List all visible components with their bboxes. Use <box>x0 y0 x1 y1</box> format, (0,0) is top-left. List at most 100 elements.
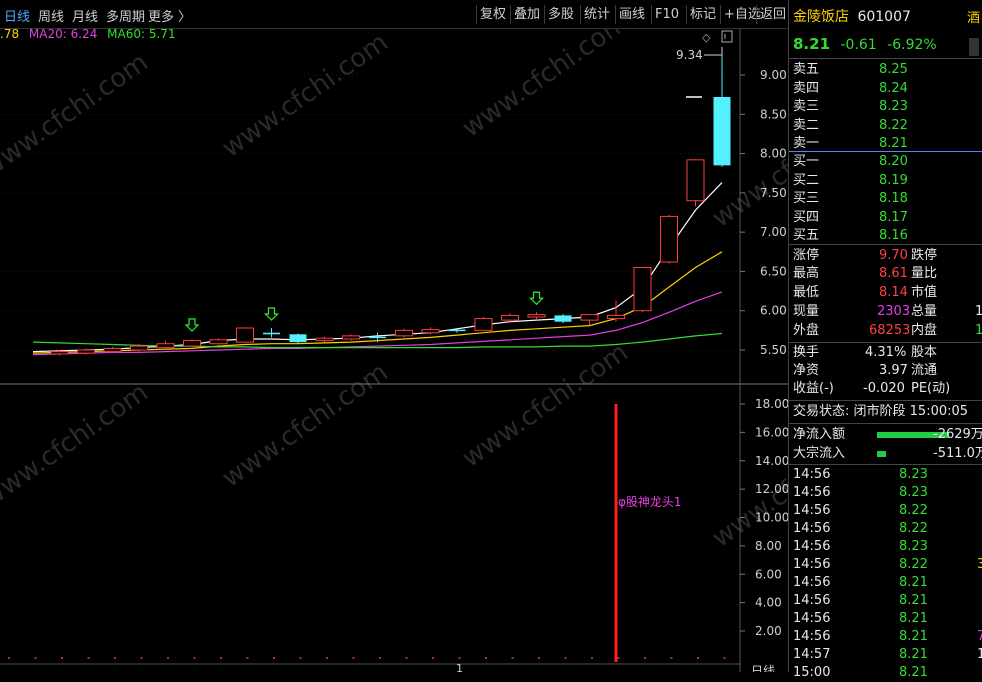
watermark-text: www.cfchi.com <box>217 357 394 493</box>
time-dot <box>273 657 275 659</box>
order-level-label: 买一 <box>793 154 820 169</box>
ma-line <box>32 182 723 353</box>
order-level-price: 8.17 <box>879 209 908 225</box>
watermark-text: www.cfchi.com <box>457 337 634 473</box>
flow-label: 大宗流入 <box>793 446 846 461</box>
row-waipan: 外盘 <box>793 323 820 338</box>
order-level-label: 卖三 <box>793 99 820 114</box>
time-dot <box>644 657 646 659</box>
candle-body <box>660 215 678 263</box>
window-icon[interactable] <box>721 30 733 43</box>
order-book-row: 卖三 8.23 <box>793 98 908 116</box>
tick-time: 14:56 <box>793 593 831 608</box>
xianliang-value: 2303 <box>877 304 911 319</box>
volume-tick-label: 12.00 <box>755 482 788 496</box>
time-dot <box>379 657 381 659</box>
tick-price: 8.21 <box>899 629 928 644</box>
high-value: 8.61 <box>879 266 908 281</box>
price-tick-label: 7.00 <box>760 225 787 239</box>
order-level-label: 卖五 <box>793 62 820 77</box>
back-button[interactable]: 返回 <box>756 5 789 24</box>
candle-body <box>633 267 652 312</box>
candle-body <box>686 159 705 202</box>
overlay-button[interactable]: 叠加 <box>510 5 543 24</box>
candle-body <box>183 340 201 347</box>
price-tick-label: 7.50 <box>760 186 787 200</box>
tab-more[interactable]: 更多 〉 <box>148 6 191 25</box>
candle-body <box>289 334 307 343</box>
tick-row: 14:56 8.23 <box>793 484 982 502</box>
candle-body <box>315 337 334 342</box>
watermark-text: www.cfchi.com <box>217 28 394 164</box>
order-book-row: 卖四 8.24 <box>793 80 908 98</box>
multi-stock-button[interactable]: 多股 <box>544 5 577 24</box>
order-level-label: 卖四 <box>793 80 820 96</box>
indicator-label: φ股神龙头1 <box>618 495 682 509</box>
huanshou-value: 4.31% <box>865 345 907 360</box>
candle-body <box>501 314 519 321</box>
mark-button[interactable]: 标记 <box>686 5 719 24</box>
order-level-label: 卖一 <box>793 136 820 151</box>
tab-weekly[interactable]: 周线 <box>38 6 64 25</box>
volume-tick-label: 4.00 <box>755 596 782 610</box>
tick-time: 14:56 <box>793 467 831 482</box>
kline-chart[interactable]: www.cfchi.com www.cfchi.com www.cfchi.com w… <box>0 28 788 672</box>
statistics-button[interactable]: 统计 <box>580 5 613 24</box>
row-low: 最低 <box>793 285 820 300</box>
fuquan-button[interactable]: 复权 <box>476 5 509 24</box>
candle-body <box>342 335 360 340</box>
current-price: 8.21 <box>793 35 831 53</box>
order-level-price: 8.19 <box>879 172 908 188</box>
stock-code: 601007 <box>857 9 911 25</box>
flow-value: -511.0万 <box>933 446 982 461</box>
price-tick-label: 8.50 <box>760 107 787 121</box>
tick-row: 14:56 8.22 3 <box>793 556 982 574</box>
tick-volume: 3 <box>977 557 982 572</box>
candle-body <box>77 349 95 354</box>
candle-body <box>263 332 280 335</box>
trade-status-value: 闭市阶段 15:00:05 <box>853 404 969 419</box>
liutong-label: 流通 <box>911 363 938 378</box>
tick-time: 14:56 <box>793 611 831 626</box>
price-tick-label: 9.00 <box>760 68 787 82</box>
tab-daily[interactable]: 日线 <box>4 6 30 25</box>
flow-row: 大宗流入 -511.0万 <box>793 445 982 463</box>
neipan-label: 内盘 <box>911 323 938 338</box>
time-dot <box>326 657 328 659</box>
stock-header: 金陵饭店 601007 <box>793 8 911 26</box>
dieting-label: 跌停 <box>911 248 938 263</box>
volume-tick-label: 8.00 <box>755 539 782 553</box>
candle-body <box>421 329 440 334</box>
price-tick-label: 6.00 <box>760 304 787 318</box>
diamond-icon[interactable]: ◇ <box>702 31 711 44</box>
time-dot <box>538 657 540 659</box>
order-level-price: 8.24 <box>879 80 908 96</box>
time-dot <box>723 657 726 659</box>
liangbi-label: 量比 <box>911 266 938 281</box>
time-dot <box>87 657 90 659</box>
draw-line-button[interactable]: 画线 <box>615 5 648 24</box>
tick-price: 8.23 <box>899 539 928 554</box>
candle-body <box>474 318 493 331</box>
high-price-label: 9.34 <box>676 48 703 62</box>
tab-multi-period[interactable]: 多周期 <box>106 6 145 25</box>
watermark-text: www.cfchi.com <box>457 28 634 144</box>
flow-bar <box>877 451 886 457</box>
tick-time: 14:56 <box>793 629 831 644</box>
shizhi-label: 市值 <box>911 285 938 300</box>
watermark-text: www.cfchi.com <box>0 377 154 513</box>
time-dot <box>299 657 302 659</box>
f10-button[interactable]: F10 <box>651 5 682 24</box>
order-level-label: 卖二 <box>793 117 820 133</box>
time-dot <box>591 657 593 659</box>
tab-monthly[interactable]: 月线 <box>72 6 98 25</box>
tick-row: 14:56 8.21 7 <box>793 628 982 646</box>
order-book-row: 买五 8.16 <box>793 227 908 245</box>
signal-arrow-icon <box>264 307 279 321</box>
order-level-label: 买三 <box>793 191 820 206</box>
watermark: www.cfchi.com www.cfchi.com www.cfchi.com w… <box>0 28 788 554</box>
stock-name[interactable]: 金陵饭店 <box>793 9 849 25</box>
flow-label: 净流入额 <box>793 427 846 442</box>
zongliang-label: 总量 <box>911 304 938 319</box>
volume-tick-label: 18.00 <box>755 397 788 411</box>
